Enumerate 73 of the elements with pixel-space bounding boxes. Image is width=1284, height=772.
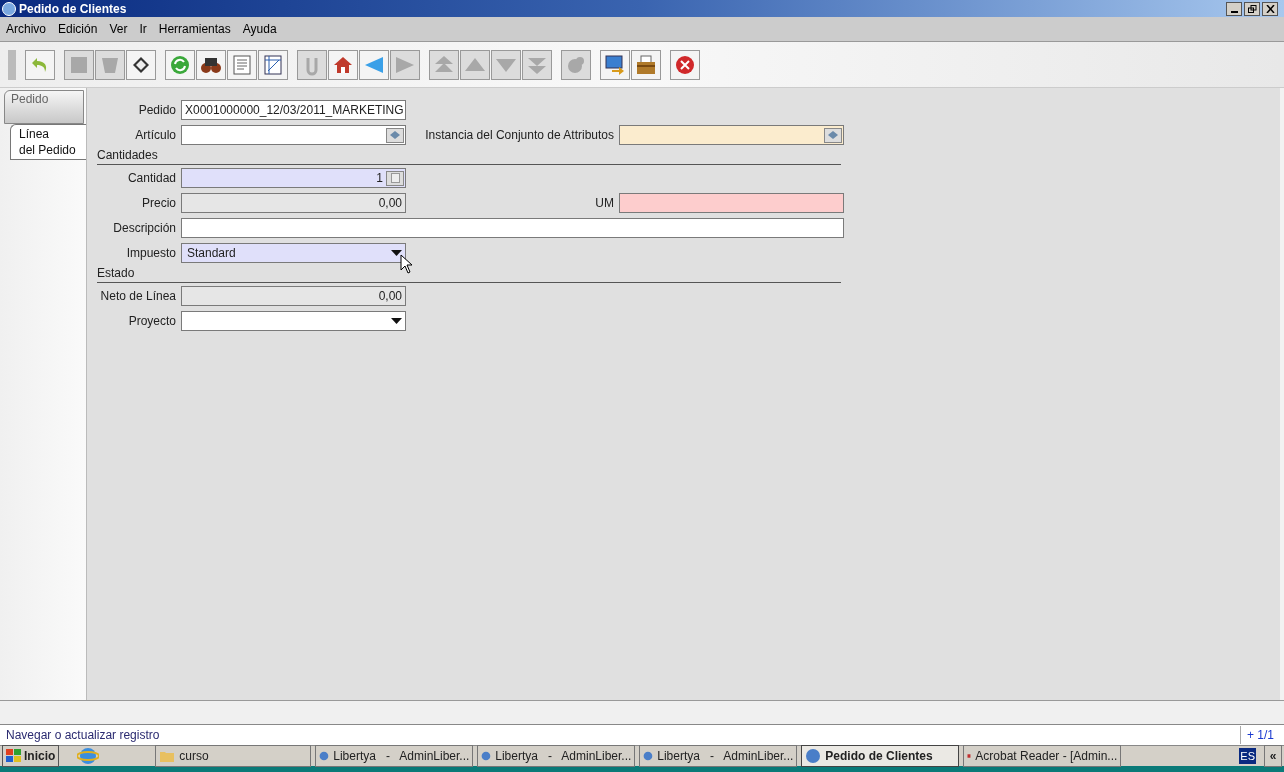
field-label: Precio <box>141 195 176 212</box>
toolbar-button[interactable] <box>631 49 661 80</box>
input-field[interactable]: 0,00 <box>181 193 406 213</box>
expand-tray-button[interactable]: « <box>1264 745 1282 767</box>
record-counter: + 1/1 <box>1239 726 1280 744</box>
side-tab[interactable]: Línea del Pedido <box>10 124 86 160</box>
globe-icon <box>2 1 16 16</box>
toolbar-button[interactable] <box>196 49 226 80</box>
menu-item[interactable]: Ir <box>139 20 147 38</box>
taskbar-item[interactable]: Libertya - AdminLiber... <box>315 745 474 767</box>
box-icon <box>635 53 657 76</box>
close-button[interactable] <box>1262 1 1278 16</box>
field-label: Instancia del Conjunto de Attributos <box>424 127 614 144</box>
browser-icon[interactable] <box>77 746 100 766</box>
field-label: Impuesto <box>125 245 176 262</box>
input-field[interactable] <box>619 193 844 213</box>
input-field[interactable]: X0001000000_12/03/2011_MARKETING <box>181 100 406 120</box>
input-field[interactable] <box>181 218 844 238</box>
input-field[interactable] <box>181 125 406 145</box>
taskbar-item[interactable]: Acrobat Reader - [Admin... <box>963 745 1122 767</box>
lookup-icon <box>828 131 838 139</box>
menu-item[interactable]: Herramientas <box>158 20 231 38</box>
input-field[interactable] <box>619 125 844 145</box>
field-label: Artículo <box>134 127 176 144</box>
section-heading: Estado <box>97 266 135 280</box>
windows-flag-icon <box>6 749 22 763</box>
taskbar-item[interactable]: curso <box>155 745 312 767</box>
start-button[interactable]: Inicio <box>2 745 60 767</box>
menu-item[interactable]: Ayuda <box>242 20 277 38</box>
menu-item[interactable]: Ver <box>109 20 128 38</box>
language-indicator[interactable]: ES <box>1239 747 1256 765</box>
toolbar-button[interactable] <box>126 49 156 80</box>
field-label: Proyecto <box>127 313 176 330</box>
minimize-icon <box>1230 10 1238 13</box>
dropdown-field[interactable]: Standard <box>181 243 406 263</box>
restore-button[interactable] <box>1244 1 1260 16</box>
field-label: Cantidad <box>126 170 176 187</box>
toolbar-button[interactable] <box>600 49 630 80</box>
section-heading: Cantidades <box>97 148 158 162</box>
input-field[interactable]: 0,00 <box>181 286 406 306</box>
lookup-button[interactable] <box>386 127 404 143</box>
refresh-icon <box>169 53 191 76</box>
toolbar-button[interactable] <box>670 49 700 80</box>
taskbar-item[interactable]: Pedido de Clientes <box>801 745 960 767</box>
lookup-button[interactable] <box>824 127 842 143</box>
close-icon <box>674 53 696 76</box>
monitor-icon <box>604 53 626 76</box>
close-icon <box>1265 4 1275 13</box>
lookup-icon <box>390 131 400 139</box>
calculator-button[interactable] <box>386 170 404 186</box>
grip-icon <box>8 49 16 80</box>
mouse-cursor-icon <box>400 254 414 274</box>
menu-item[interactable]: Edición <box>58 20 98 38</box>
calculator-icon <box>390 173 400 183</box>
globe-icon <box>805 748 822 764</box>
input-field[interactable]: 1 <box>181 168 406 188</box>
caret-icon <box>390 250 402 256</box>
taskbar-item[interactable]: Libertya - AdminLiber... <box>639 745 798 767</box>
restore-icon <box>1247 4 1257 13</box>
side-tab[interactable]: Pedido <box>4 90 84 124</box>
field-label: Descripción <box>112 220 176 237</box>
minimize-button[interactable] <box>1226 1 1242 16</box>
status-message: Navegar o actualizar registro <box>5 727 161 744</box>
chart-sheet-icon <box>262 53 284 76</box>
menu-item[interactable]: Archivo <box>6 20 46 38</box>
caret-icon <box>390 318 402 324</box>
dropdown-field[interactable] <box>181 311 406 331</box>
taskbar-item[interactable]: Libertya - AdminLiber... <box>477 745 636 767</box>
toolbar-button[interactable] <box>328 49 358 80</box>
field-label: Pedido <box>137 102 176 119</box>
window-title: Pedido de Clientes <box>19 0 127 18</box>
field-label: UM <box>594 195 614 212</box>
field-label: Neto de Línea <box>99 288 176 305</box>
